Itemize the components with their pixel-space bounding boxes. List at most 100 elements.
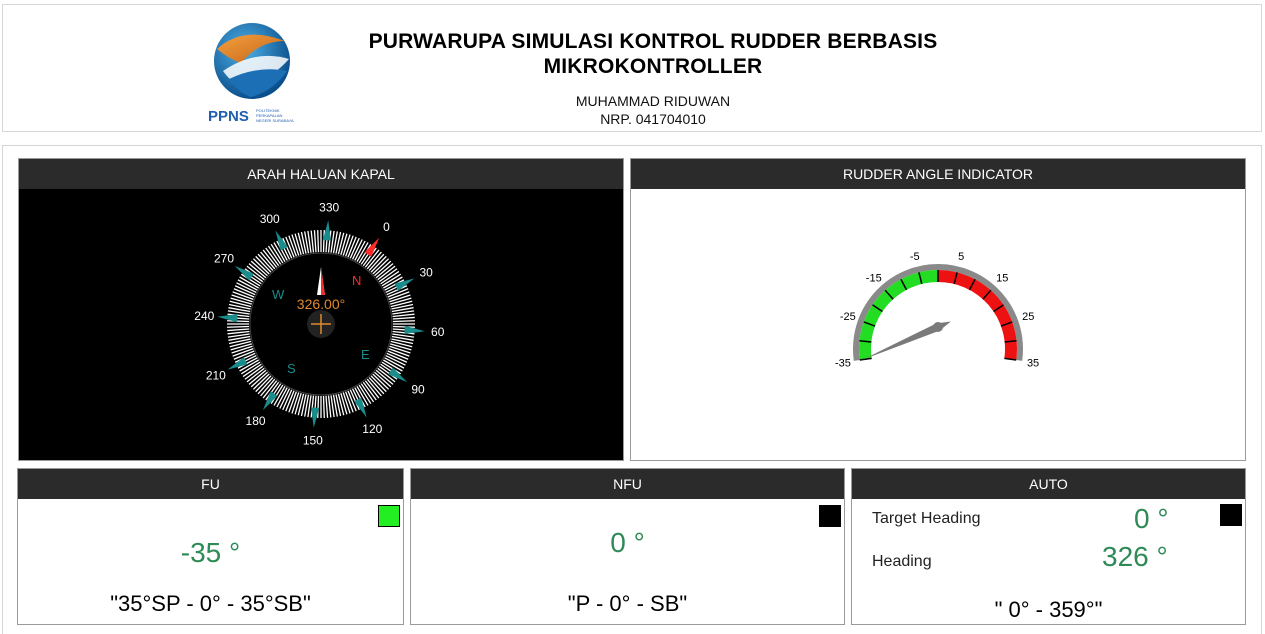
compass-tick (257, 377, 274, 395)
nfu-panel-title: NFU (411, 469, 844, 499)
compass-degree-label-150: 150 (303, 434, 323, 448)
compass-tick (366, 378, 382, 397)
compass-tick (227, 328, 250, 332)
compass-tick (262, 249, 278, 268)
compass-tick (370, 375, 387, 393)
compass-marker-90 (388, 367, 408, 383)
compass-tick (392, 313, 415, 318)
compass-degree-label-60: 60 (431, 325, 445, 339)
logo-subtext-3: NEGERI SURABAYA (256, 118, 294, 123)
rudder-scale-label--25: -25 (840, 311, 856, 323)
compass-tick (317, 230, 320, 253)
target-heading-label: Target Heading (872, 510, 981, 527)
compass-west-label: W (272, 287, 285, 302)
fu-status-indicator (378, 505, 400, 527)
fu-range-text: "35°SP - 0° - 35°SB" (110, 591, 311, 616)
nfu-range-text: "P - 0° - SB" (567, 591, 688, 616)
compass-heading-readout: 326.00° (297, 296, 345, 312)
compass-tick (313, 230, 317, 253)
compass-tick (322, 395, 325, 418)
compass-degree-label-90: 90 (411, 382, 425, 396)
compass-tick (252, 258, 270, 275)
compass-tick (310, 230, 315, 253)
compass-degree-label-330: 330 (319, 200, 339, 214)
author-name: MUHAMMAD RIDUWAN (575, 93, 731, 109)
compass-tick (322, 230, 325, 253)
compass-gauge: 0306090120150180210240270300330 N E S W … (194, 200, 445, 448)
rudder-angle-panel: RUDDER ANGLE INDICATOR -35 -25 -15 -5 5 15 25 3… (630, 158, 1246, 461)
compass-tick (368, 253, 385, 271)
fu-value: -35 ° (180, 537, 241, 568)
compass-tick (255, 375, 272, 393)
nfu-panel: NFU 0 ° "P - 0° - SB" (410, 468, 845, 625)
rudder-scale-label--35: -35 (835, 357, 851, 369)
compass-tick (327, 395, 332, 418)
compass-tick (372, 258, 390, 275)
compass-tick (250, 371, 268, 388)
rudder-panel-title: RUDDER ANGLE INDICATOR (631, 159, 1245, 189)
compass-tick (227, 320, 250, 323)
app-root: PPNS POLITEKNIK PERKAPALAN NEGERI SURABA… (0, 0, 1265, 634)
rudder-starboard-arc (937, 270, 1017, 360)
rudder-needle-hub (933, 322, 943, 332)
compass-panel: ARAH HALUAN KAPAL 0 30 60 90 120 150 180 210 240… (18, 158, 624, 461)
compass-panel-title: ARAH HALUAN KAPAL (19, 159, 623, 189)
compass-tick (375, 263, 394, 279)
compass-tick (372, 373, 390, 390)
compass-degree-label-0: 0 (383, 220, 390, 234)
page-header: PPNS POLITEKNIK PERKAPALAN NEGERI SURABA… (2, 4, 1262, 132)
page-title-line-1: PURWARUPA SIMULASI KONTROL RUDDER BERBAS… (368, 30, 938, 53)
compass-tick (255, 255, 272, 273)
auto-status-indicator (1220, 504, 1242, 526)
compass-degree-label-180: 180 (246, 414, 266, 428)
rudder-port-arc (859, 270, 939, 360)
compass-tick (252, 373, 270, 390)
compass-tick (227, 325, 250, 328)
compass-tick (364, 380, 380, 399)
compass-marker-0 (364, 237, 380, 257)
rudder-angle-gauge: -35 -25 -15 -5 5 15 25 35 (835, 251, 1039, 370)
compass-tick (374, 260, 392, 277)
compass-east-label: E (361, 347, 370, 362)
rudder-scale-label--15: -15 (866, 273, 882, 285)
compass-degree-label-30: 30 (419, 266, 433, 280)
target-heading-value: 0 ° (1134, 503, 1169, 534)
rudder-scale-label-35: 35 (1027, 357, 1039, 369)
rudder-scale-label--5: -5 (910, 251, 920, 263)
logo-text: PPNS (208, 108, 249, 125)
rudder-needle (862, 321, 951, 360)
heading-label: Heading (872, 553, 932, 570)
rudder-gauge-ticks (859, 270, 1017, 361)
compass-degree-label-270: 270 (214, 252, 234, 266)
compass-tick (260, 251, 276, 270)
title-block: PURWARUPA SIMULASI KONTROL RUDDER BERBAS… (343, 29, 963, 128)
compass-tick (317, 395, 320, 418)
compass-tick (392, 316, 415, 320)
auto-range-text: " 0° - 359°" (994, 597, 1103, 622)
compass-needle-red (321, 267, 325, 295)
rudder-scale-label-5: 5 (958, 251, 964, 263)
heading-value: 326 ° (1102, 541, 1168, 572)
ppns-logo: PPNS POLITEKNIK PERKAPALAN NEGERI SURABA… (208, 23, 294, 125)
compass-degree-label-210: 210 (206, 368, 226, 382)
compass-tick (325, 395, 329, 418)
compass-tick (368, 377, 385, 395)
compass-tick (374, 371, 392, 388)
compass-tick (250, 260, 268, 277)
rudder-scale-label-15: 15 (996, 273, 1008, 285)
compass-degree-label-300: 300 (260, 212, 280, 226)
compass-north-label: N (352, 273, 361, 288)
auto-panel-title: AUTO (852, 469, 1245, 499)
compass-degree-label-240: 240 (194, 309, 214, 323)
fu-panel: FU -35 ° "35°SP - 0° - 35°SB" (17, 468, 404, 625)
compass-tick (392, 320, 415, 323)
compass-tick (246, 367, 265, 383)
auto-panel: AUTO Target Heading 0 ° Heading 326 ° " … (851, 468, 1246, 625)
rudder-scale-label-25: 25 (1022, 311, 1034, 323)
compass-degree-label-120: 120 (362, 422, 382, 436)
compass-south-label: S (287, 361, 296, 376)
compass-tick (257, 253, 274, 271)
compass-marker-270 (234, 265, 254, 281)
compass-tick (392, 325, 415, 328)
compass-tick (377, 265, 396, 281)
